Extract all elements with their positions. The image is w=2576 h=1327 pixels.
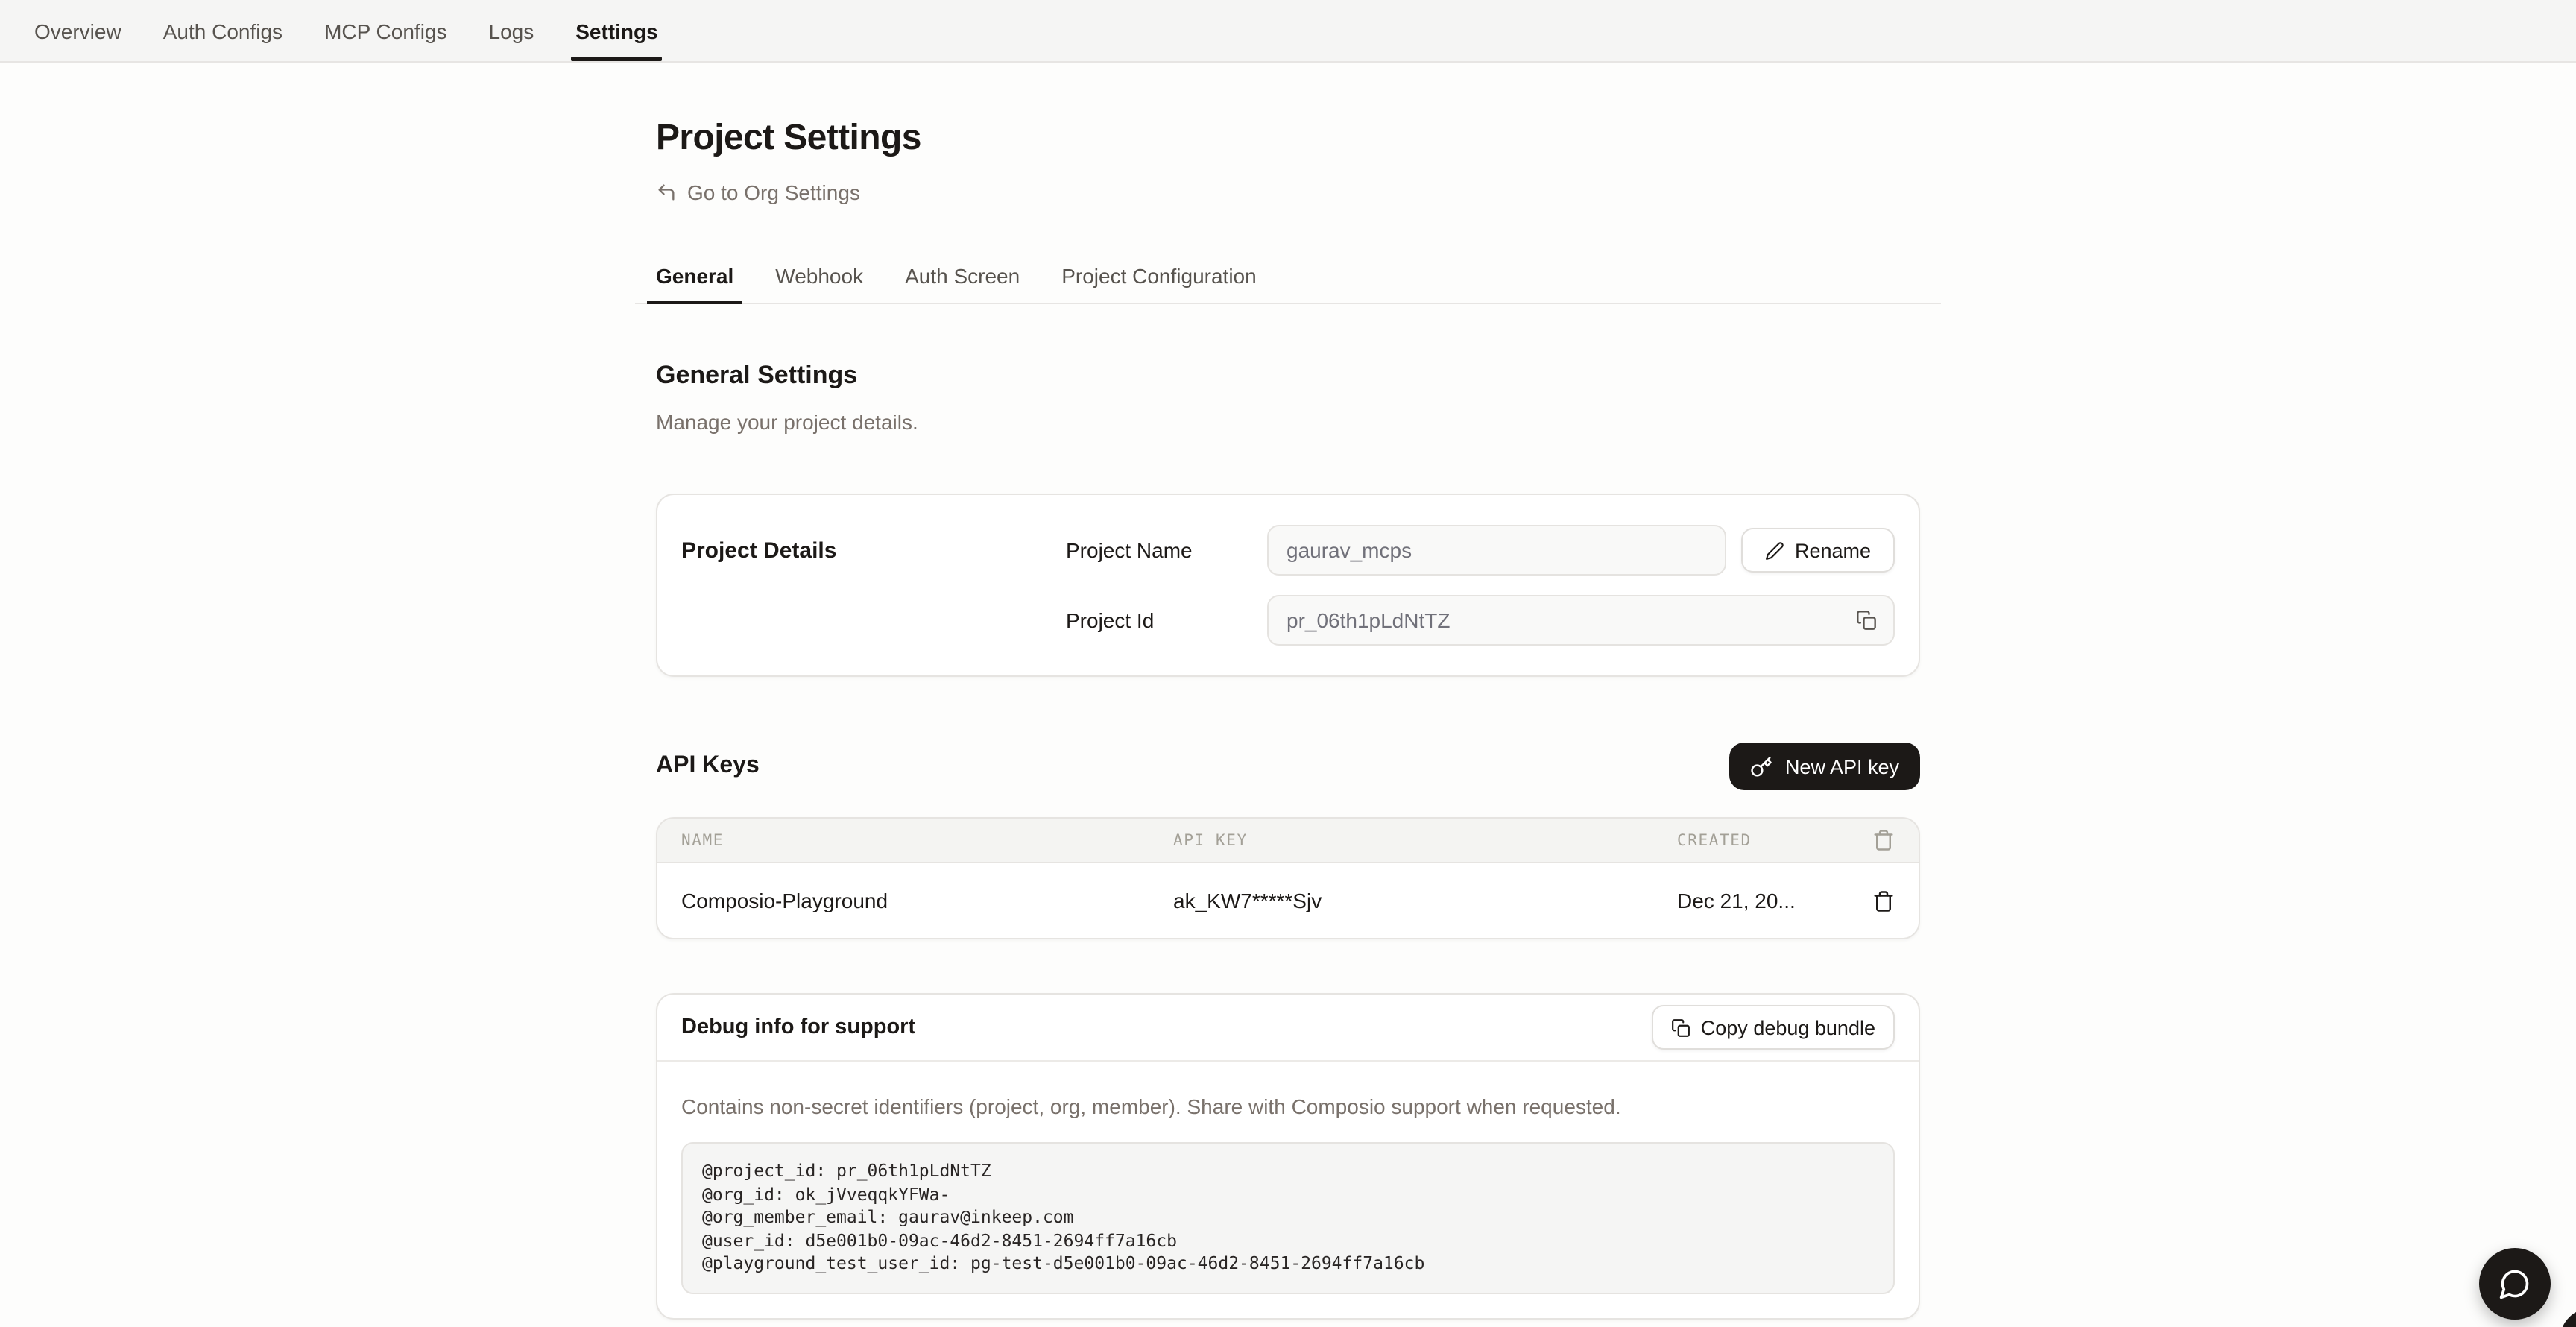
col-header-created: CREATED [1677,831,1859,849]
debug-card-header: Debug info for support Copy debug bundle [657,995,1919,1062]
api-keys-table: NAME API KEY CREATED Composio-Playground… [656,817,1920,939]
project-id-row: Project Id [1066,595,1895,646]
nav-item-auth-configs[interactable]: Auth Configs [144,0,302,61]
debug-info-card: Debug info for support Copy debug bundle… [656,993,1920,1320]
key-icon [1751,755,1773,778]
api-key-value-cell: ak_KW7*****Sjv [1173,889,1677,912]
nav-item-settings[interactable]: Settings [556,0,677,61]
api-keys-heading: API Keys [656,753,760,780]
project-name-input[interactable] [1267,525,1726,576]
debug-line-project-id: @project_id: pr_06th1pLdNtTZ [702,1160,1874,1183]
nav-item-mcp-configs[interactable]: MCP Configs [305,0,466,61]
new-api-key-button[interactable]: New API key [1730,743,1920,790]
top-nav: Overview Auth Configs MCP Configs Logs S… [0,0,2576,63]
chat-bubble-icon [2498,1267,2531,1300]
project-details-card: Project Details Project Name Rename Proj… [656,494,1920,677]
general-settings-heading: General Settings [656,361,1920,391]
debug-card-title: Debug info for support [681,1015,915,1039]
trash-icon [1859,829,1895,851]
api-key-table-row: Composio-Playground ak_KW7*****Sjv Dec 2… [657,863,1919,938]
project-name-row: Project Name Rename [1066,525,1895,576]
page-title: Project Settings [656,118,1920,160]
rename-button[interactable]: Rename [1741,528,1895,573]
go-to-org-settings-link[interactable]: Go to Org Settings [656,180,860,204]
debug-line-user-id: @user_id: d5e001b0-09ac-46d2-8451-2694ff… [702,1230,1874,1253]
main-content: Project Settings Go to Org Settings Gene… [656,63,1920,1327]
api-key-created-cell: Dec 21, 20... [1677,889,1859,912]
api-key-name-cell: Composio-Playground [681,889,1173,912]
settings-tabs: General Webhook Auth Screen Project Conf… [635,252,1941,304]
tab-auth-screen[interactable]: Auth Screen [887,252,1038,303]
project-name-label: Project Name [1066,538,1267,562]
tab-project-configuration[interactable]: Project Configuration [1044,252,1275,303]
pencil-icon [1765,540,1784,560]
col-header-name: NAME [681,831,1173,849]
debug-card-body: Contains non-secret identifiers (project… [657,1062,1919,1318]
copy-icon [1856,610,1877,631]
delete-api-key-button[interactable] [1859,889,1895,912]
debug-line-org-member-email: @org_member_email: gaurav@inkeep.com [702,1206,1874,1229]
api-keys-table-header: NAME API KEY CREATED [657,819,1919,863]
corner-decoration [2560,1308,2576,1327]
debug-description: Contains non-secret identifiers (project… [681,1094,1895,1118]
new-api-key-label: New API key [1785,755,1899,778]
nav-item-logs[interactable]: Logs [470,0,554,61]
tab-webhook[interactable]: Webhook [757,252,881,303]
copy-project-id-button[interactable] [1853,607,1880,634]
general-settings-subheading: Manage your project details. [656,410,1920,434]
copy-debug-bundle-label: Copy debug bundle [1701,1016,1875,1038]
project-id-input-wrap [1267,595,1895,646]
col-header-api-key: API KEY [1173,831,1677,849]
api-keys-header: API Keys New API key [656,743,1920,790]
debug-line-org-id: @org_id: ok_jVveqqkYFWa- [702,1183,1874,1206]
go-to-org-settings-label: Go to Org Settings [687,180,860,204]
project-settings-page: Overview Auth Configs MCP Configs Logs S… [0,0,2576,1327]
copy-debug-bundle-button[interactable]: Copy debug bundle [1652,1005,1895,1050]
project-details-card-title: Project Details [681,525,1066,646]
chat-widget-button[interactable] [2479,1248,2551,1320]
tab-general[interactable]: General [638,252,751,303]
rename-button-label: Rename [1795,539,1871,561]
nav-item-overview[interactable]: Overview [15,0,141,61]
debug-line-playground-test-user-id: @playground_test_user_id: pg-test-d5e001… [702,1253,1874,1276]
trash-icon [1872,889,1895,912]
project-id-input[interactable] [1267,595,1895,646]
project-details-fields: Project Name Rename Project Id [1066,525,1895,646]
corner-up-left-icon [656,182,677,203]
copy-icon [1671,1018,1690,1037]
project-id-label: Project Id [1066,608,1267,632]
debug-code-block: @project_id: pr_06th1pLdNtTZ@org_id: ok_… [681,1142,1895,1294]
